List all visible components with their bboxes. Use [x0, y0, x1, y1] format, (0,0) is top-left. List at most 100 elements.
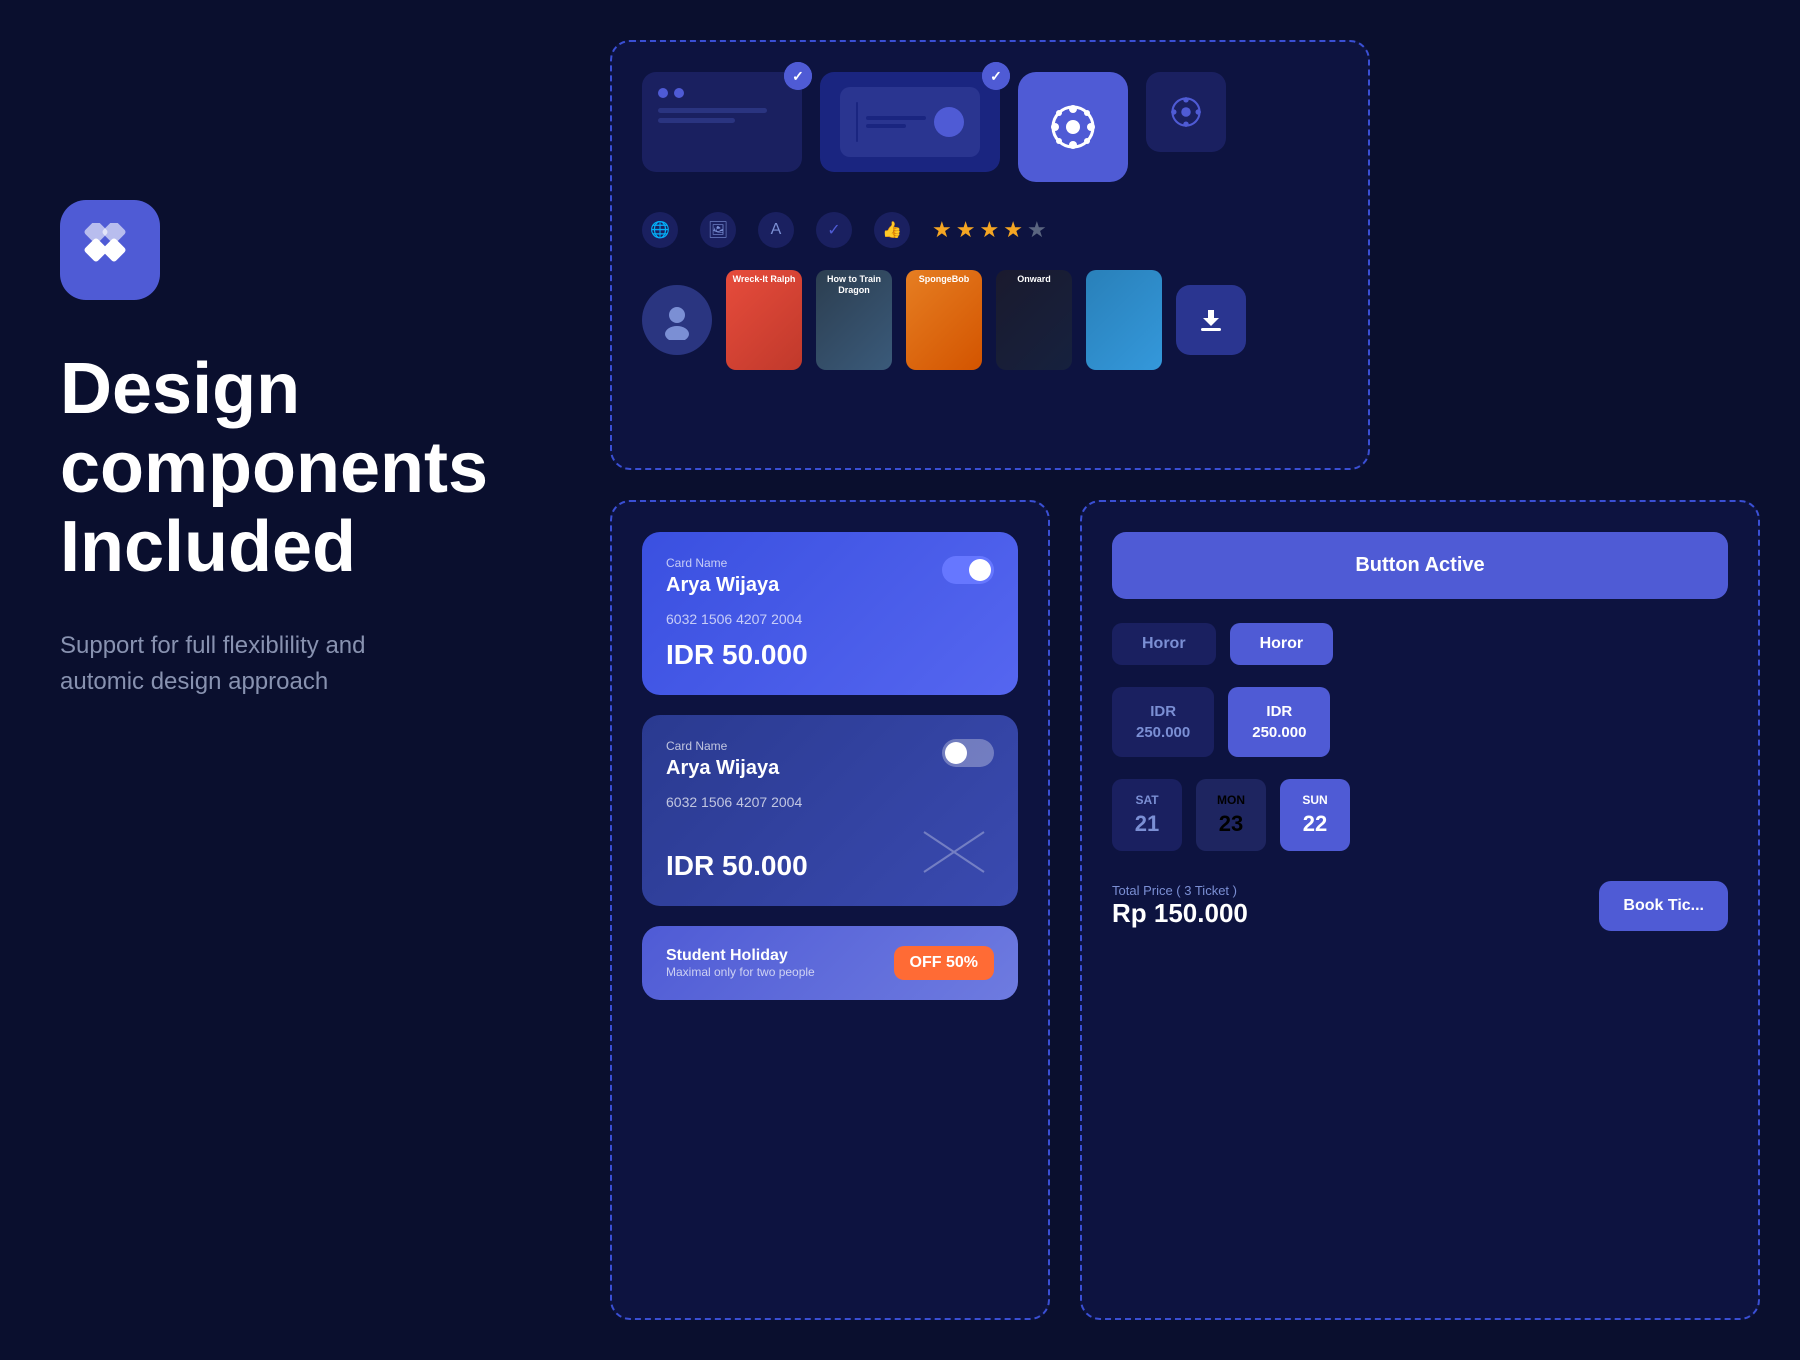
movie-poster-1[interactable]: Wreck-It Ralph	[726, 270, 802, 370]
genre-chip-active[interactable]: Horor	[1230, 623, 1334, 665]
diamonds-icon	[83, 223, 137, 277]
stars-rating: ★ ★ ★ ★ ★	[932, 217, 1047, 243]
ticket-circle	[934, 107, 964, 137]
bottom-left-showcase: Card Name Arya Wijaya 6032 1506 4207 200…	[610, 500, 1050, 1320]
button-active[interactable]: Button Active	[1112, 532, 1728, 599]
date-chip-sat[interactable]: SAT 21	[1112, 779, 1182, 851]
globe-icon[interactable]: 🌐	[642, 212, 678, 248]
translate-icon[interactable]: A	[758, 212, 794, 248]
price-value-inactive: 250.000	[1136, 722, 1190, 743]
page-subtitle: Support for full flexiblility and automi…	[60, 628, 440, 700]
movie-poster-5[interactable]	[1086, 270, 1162, 370]
movie-poster-4[interactable]: Onward	[996, 270, 1072, 370]
movie-title-3: SpongeBob	[906, 270, 982, 289]
ticket-line	[866, 116, 926, 120]
price-value-active: 250.000	[1252, 722, 1306, 743]
date-chip-sun[interactable]: SUN 22	[1280, 779, 1350, 851]
total-price: Rp 150.000	[1112, 898, 1248, 929]
book-ticket-button[interactable]: Book Tic...	[1599, 881, 1728, 931]
toggle-knob-1	[969, 559, 991, 581]
movie-title-5	[1086, 270, 1162, 278]
image-icon[interactable]: 🖼	[700, 212, 736, 248]
movie-poster-2[interactable]: How to Train Dragon	[816, 270, 892, 370]
film-reel-icon	[1045, 99, 1101, 155]
card-amount-2: IDR 50.000	[666, 850, 808, 882]
date-row: SAT 21 MON 23 SUN 22	[1112, 779, 1728, 851]
check-badge: ✓	[982, 62, 1010, 90]
star-4: ★	[1003, 217, 1023, 243]
download-button[interactable]	[1176, 285, 1246, 355]
day-name-sat: SAT	[1132, 793, 1162, 807]
price-chip-active[interactable]: IDR 250.000	[1228, 687, 1330, 757]
star-1: ★	[932, 217, 952, 243]
ticket-card[interactable]: ✓	[820, 72, 1000, 172]
film-icon-large[interactable]	[1018, 72, 1128, 182]
user-avatar	[642, 285, 712, 355]
card-number-1: 6032 1506 4207 2004	[666, 611, 994, 627]
promo-card[interactable]: Student Holiday Maximal only for two peo…	[642, 926, 1018, 1000]
movie-poster-3[interactable]: SpongeBob	[906, 270, 982, 370]
card-decoration-icon	[914, 822, 994, 882]
ticket-content	[856, 102, 964, 142]
payment-card-1[interactable]: Card Name Arya Wijaya 6032 1506 4207 200…	[642, 532, 1018, 695]
price-label-active: IDR	[1252, 701, 1306, 722]
card-dots	[658, 88, 786, 98]
movie-title-4: Onward	[996, 270, 1072, 289]
promo-subtitle: Maximal only for two people	[666, 965, 815, 979]
booking-footer: Total Price ( 3 Ticket ) Rp 150.000 Book…	[1112, 881, 1728, 931]
top-showcase-box: ✓ ✓	[610, 40, 1370, 470]
ui-card-1[interactable]: ✓	[642, 72, 802, 172]
cards-row: ✓ ✓	[642, 72, 1338, 182]
ticket-inner	[840, 87, 980, 157]
toggle-switch-1[interactable]	[942, 556, 994, 584]
right-panel: ✓ ✓	[610, 40, 1770, 1340]
card-line	[658, 118, 735, 123]
bottom-right-showcase: Button Active Horor Horor IDR 250.000 ID…	[1080, 500, 1760, 1320]
movies-row: Wreck-It Ralph How to Train Dragon Spong…	[642, 270, 1338, 370]
card-bottom-2: IDR 50.000	[666, 822, 994, 882]
day-num-sat: 21	[1132, 811, 1162, 837]
check-badge: ✓	[784, 62, 812, 90]
star-3: ★	[979, 217, 999, 243]
page-headline: Design components Included	[60, 350, 540, 588]
card-dot	[674, 88, 684, 98]
price-chip-inactive[interactable]: IDR 250.000	[1112, 687, 1214, 757]
film-icon-small[interactable]	[1146, 72, 1226, 152]
promo-badge: OFF 50%	[894, 946, 994, 980]
day-num-mon: 23	[1216, 811, 1246, 837]
card-line	[658, 108, 767, 113]
toggle-switch-2[interactable]	[942, 739, 994, 767]
avatar-icon	[657, 300, 697, 340]
icons-row: 🌐 🖼 A ✓ 👍 ★ ★ ★ ★ ★	[642, 212, 1338, 248]
day-num-sun: 22	[1300, 811, 1330, 837]
download-icon	[1197, 306, 1225, 334]
card-dot	[658, 88, 668, 98]
ticket-line	[866, 124, 906, 128]
total-label: Total Price ( 3 Ticket )	[1112, 883, 1248, 898]
toggle-knob-2	[945, 742, 967, 764]
ticket-lines	[866, 116, 926, 128]
price-row: IDR 250.000 IDR 250.000	[1112, 687, 1728, 757]
promo-title: Student Holiday	[666, 947, 815, 965]
star-5-half: ★	[1027, 217, 1047, 243]
ticket-divider	[856, 102, 858, 142]
card-number-2: 6032 1506 4207 2004	[666, 794, 994, 810]
total-section: Total Price ( 3 Ticket ) Rp 150.000	[1112, 883, 1248, 929]
star-2: ★	[956, 217, 976, 243]
promo-text: Student Holiday Maximal only for two peo…	[666, 947, 815, 979]
movie-title-2: How to Train Dragon	[816, 270, 892, 300]
payment-card-2[interactable]: Card Name Arya Wijaya 6032 1506 4207 200…	[642, 715, 1018, 906]
date-chip-mon[interactable]: MON 23	[1196, 779, 1266, 851]
thumbsup-icon[interactable]: 👍	[874, 212, 910, 248]
check-icon[interactable]: ✓	[816, 212, 852, 248]
day-name-sun: SUN	[1300, 793, 1330, 807]
price-label-inactive: IDR	[1136, 701, 1190, 722]
genre-row: Horor Horor	[1112, 623, 1728, 665]
left-panel: Design components Included Support for f…	[60, 200, 540, 700]
day-name-mon: MON	[1216, 793, 1246, 807]
app-icon	[60, 200, 160, 300]
film-reel-icon-small	[1167, 93, 1205, 131]
card-amount-1: IDR 50.000	[666, 639, 994, 671]
genre-chip-inactive[interactable]: Horor	[1112, 623, 1216, 665]
movie-title-1: Wreck-It Ralph	[726, 270, 802, 289]
